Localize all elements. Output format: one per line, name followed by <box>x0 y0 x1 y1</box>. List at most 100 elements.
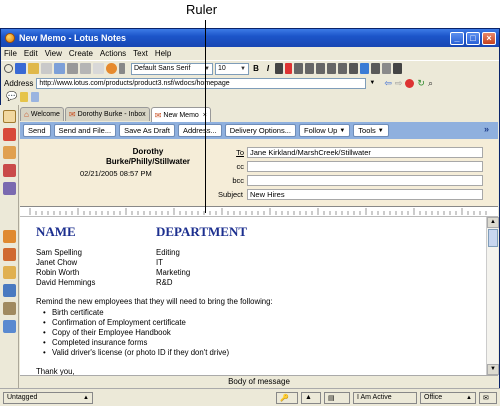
menu-edit[interactable]: Edit <box>24 49 38 58</box>
copy-icon[interactable] <box>80 63 91 74</box>
mail-icon[interactable] <box>54 63 65 74</box>
mail-bookmark-icon[interactable] <box>3 110 16 123</box>
ruler-ticks <box>29 208 487 215</box>
tab-welcome[interactable]: ⌂ Welcome <box>20 107 64 121</box>
replicator-bookmark-icon[interactable] <box>3 182 16 195</box>
search-icon[interactable]: ⌕ <box>428 78 433 89</box>
print-icon[interactable] <box>67 63 78 74</box>
vertical-scrollbar[interactable]: ▲ ▼ <box>486 217 499 375</box>
favorites-bookmark-icon[interactable] <box>3 230 16 243</box>
save-icon[interactable] <box>15 63 26 74</box>
font-family-select[interactable]: Default Sans Serif ▼ <box>131 62 213 75</box>
bookmark-bar <box>0 105 19 388</box>
delivery-options-button[interactable]: Delivery Options... <box>224 124 296 137</box>
chat-icon[interactable]: 💬 <box>6 91 17 102</box>
address-bar: Address http://www.lotus.com/products/pr… <box>1 76 499 90</box>
person-department: IT <box>156 258 163 267</box>
memo-icon: ✉ <box>154 110 162 120</box>
menu-text[interactable]: Text <box>133 49 148 58</box>
internet-bookmark-icon[interactable] <box>3 320 16 333</box>
history-bookmark-icon[interactable] <box>3 302 16 315</box>
paragraph-icon[interactable] <box>349 63 358 74</box>
send-and-file-button[interactable]: Send and File... <box>53 124 117 137</box>
address-button-label: Address... <box>182 126 217 135</box>
follow-up-button[interactable]: Follow Up ▼ <box>298 124 351 137</box>
contacts-bookmark-icon[interactable] <box>3 146 16 159</box>
subject-field[interactable]: New Hires <box>247 189 483 200</box>
secondary-toolbar: 💬 <box>1 90 499 103</box>
cut-icon[interactable] <box>41 63 52 74</box>
numbered-list-icon[interactable] <box>305 63 314 74</box>
chevron-down-icon[interactable]: ▼ <box>369 80 375 86</box>
user-icon[interactable] <box>106 63 117 74</box>
person-department: R&D <box>156 278 173 287</box>
menu-help[interactable]: Help <box>155 49 171 58</box>
font-size-select[interactable]: 10 ▼ <box>215 62 249 75</box>
tools-button[interactable]: Tools ▼ <box>353 124 389 137</box>
chevron-down-icon: ▼ <box>240 65 246 72</box>
todo-bookmark-icon[interactable] <box>3 164 16 177</box>
scroll-up-icon[interactable]: ▲ <box>487 217 499 228</box>
align-icon[interactable] <box>338 63 347 74</box>
table-icon[interactable] <box>360 63 369 74</box>
cc-field[interactable] <box>247 161 483 172</box>
menu-create[interactable]: Create <box>69 49 93 58</box>
key-icon[interactable]: 🔑 <box>276 391 298 404</box>
refresh-icon[interactable] <box>4 64 13 73</box>
bcc-field[interactable] <box>247 175 483 186</box>
text-color-icon[interactable] <box>285 63 292 74</box>
paste-icon[interactable] <box>93 63 104 74</box>
more-bookmarks-icon[interactable] <box>3 266 16 279</box>
message-body[interactable]: NAME DEPARTMENT Sam Spelling Editing Jane… <box>20 217 486 375</box>
bold-button[interactable]: B <box>251 64 261 73</box>
calendar-bookmark-icon[interactable] <box>3 128 16 141</box>
maximize-button[interactable]: □ <box>466 31 480 45</box>
link-icon[interactable] <box>382 63 391 74</box>
help-icon[interactable] <box>393 63 402 74</box>
tools-icon[interactable] <box>119 63 125 74</box>
back-icon[interactable]: ⇦ <box>384 78 392 89</box>
menu-actions[interactable]: Actions <box>100 49 126 58</box>
bullet-list-icon[interactable] <box>294 63 303 74</box>
close-button[interactable]: × <box>482 31 496 45</box>
outdent-icon[interactable] <box>316 63 325 74</box>
inbox-status-icon[interactable]: ✉ <box>479 391 497 404</box>
online-status[interactable]: I Am Active <box>353 391 417 404</box>
indent-icon[interactable] <box>327 63 336 74</box>
ruler[interactable] <box>20 206 498 217</box>
send-button[interactable]: Send <box>23 124 51 137</box>
tab-new-memo[interactable]: ✉ New Memo × <box>150 107 211 122</box>
minimize-button[interactable]: _ <box>450 31 464 45</box>
attach-icon[interactable] <box>371 63 380 74</box>
tag-status[interactable]: Untagged ▲ <box>3 391 93 404</box>
scroll-thumb[interactable] <box>488 229 498 247</box>
title-bar[interactable]: New Memo - Lotus Notes _ □ × <box>1 29 499 47</box>
scroll-down-icon[interactable]: ▼ <box>487 364 499 375</box>
location-status[interactable]: Office ▲ <box>420 391 476 404</box>
highlighter-icon[interactable] <box>275 63 283 74</box>
to-label[interactable]: To <box>218 148 244 157</box>
person-department: Marketing <box>156 268 191 277</box>
send-and-file-label: Send and File... <box>58 126 112 135</box>
signal-icon[interactable]: ▲ <box>301 391 321 404</box>
menu-file[interactable]: File <box>4 49 17 58</box>
refresh-icon[interactable]: ↻ <box>417 78 425 89</box>
stop-icon[interactable] <box>405 78 415 88</box>
applications-bookmark-icon[interactable] <box>3 284 16 297</box>
forward-icon[interactable]: ⇨ <box>395 78 403 89</box>
italic-button[interactable]: I <box>263 64 273 73</box>
open-folder-icon[interactable] <box>28 63 39 74</box>
location-status-value: Office <box>424 394 443 401</box>
save-as-draft-button[interactable]: Save As Draft <box>119 124 175 137</box>
databases-bookmark-icon[interactable] <box>3 248 16 261</box>
address-button[interactable]: Address... <box>177 124 222 137</box>
note-icon[interactable] <box>20 91 29 102</box>
address-input[interactable]: http://www.lotus.com/products/product3.n… <box>36 77 367 89</box>
to-field[interactable]: Jane Kirkland/MarshCreek/Stillwater <box>247 147 483 158</box>
calendar-icon[interactable] <box>31 91 40 102</box>
expand-icon[interactable]: » <box>484 124 494 137</box>
tab-inbox[interactable]: ✉ Dorothy Burke - Inbox <box>64 107 150 121</box>
menu-view[interactable]: View <box>45 49 62 58</box>
db-icon[interactable]: ▤ <box>324 391 350 404</box>
chevron-down-icon: ▼ <box>377 127 384 134</box>
